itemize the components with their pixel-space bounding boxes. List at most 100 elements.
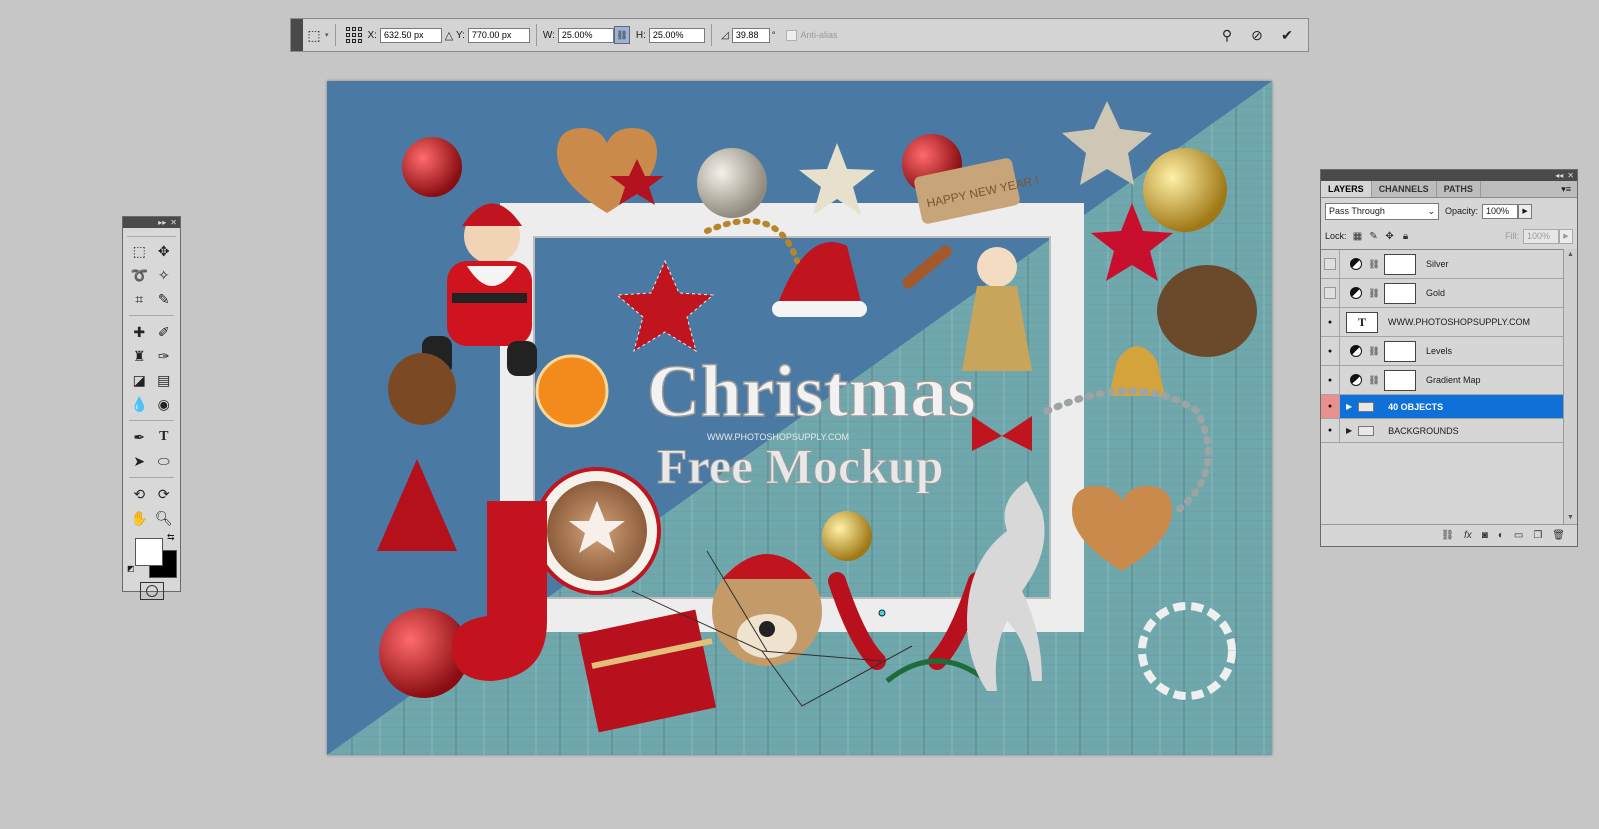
layer-row-silver[interactable]: ⛓ Silver (1321, 250, 1565, 279)
white-snowflake-ornament (1138, 602, 1236, 700)
default-colors-icon[interactable]: ◩ (127, 564, 135, 573)
foreground-color-swatch[interactable] (135, 538, 163, 566)
blend-mode-select[interactable]: Pass Through ⌄ (1325, 202, 1439, 220)
cancel-transform-icon[interactable]: ⊘ (1246, 24, 1268, 46)
layer-row-text[interactable]: T WWW.PHOTOSHOPSUPPLY.COM (1321, 308, 1565, 337)
antialias-label: Anti-alias (800, 30, 838, 40)
chain-link-icon[interactable]: ⛓ (1368, 259, 1380, 270)
rotate-angle-input[interactable] (731, 27, 770, 43)
layer-row-levels[interactable]: ⛓ Levels (1321, 337, 1565, 366)
gradient-tool-icon[interactable]: ▤ (153, 370, 175, 390)
clone-stamp-tool-icon[interactable]: ♜ (128, 346, 150, 366)
opacity-input[interactable]: 100% (1482, 203, 1519, 219)
dodge-tool-icon[interactable]: ◉ (153, 394, 175, 414)
tab-paths[interactable]: PATHS (1437, 181, 1481, 197)
move-tool-icon[interactable]: ✥ (153, 241, 175, 261)
lock-label: Lock: (1325, 231, 1347, 241)
visibility-toggle-icon[interactable] (1321, 395, 1340, 418)
opacity-slider-arrow-icon[interactable]: ▶ (1518, 203, 1533, 219)
quick-mask-button[interactable] (139, 582, 164, 600)
layer-mask-thumbnail[interactable] (1384, 369, 1416, 391)
close-icon[interactable]: ✕ (1567, 171, 1574, 180)
path-selection-tool-icon[interactable]: ➤ (128, 451, 150, 471)
fill-slider-arrow-icon[interactable]: ▶ (1559, 228, 1573, 244)
history-brush-tool-icon[interactable]: ✑ (153, 346, 175, 366)
scroll-up-icon[interactable]: ▲ (1564, 249, 1577, 261)
3d-rotate-tool-icon[interactable]: ⟲ (128, 484, 150, 504)
visibility-toggle-icon[interactable] (1321, 337, 1340, 365)
visibility-toggle-icon[interactable] (1321, 250, 1340, 278)
pen-tool-icon[interactable]: ✒ (128, 427, 150, 447)
tab-channels[interactable]: CHANNELS (1372, 181, 1437, 197)
zoom-tool-icon[interactable]: 🔍︎ (153, 508, 175, 528)
adjustment-layer-icon (1350, 287, 1362, 299)
expand-group-icon[interactable]: ▶ (1346, 426, 1352, 435)
new-layer-icon[interactable]: ❐ (1533, 530, 1542, 541)
ellipse-tool-icon[interactable]: ⬭ (153, 451, 175, 471)
blur-tool-icon[interactable]: 💧 (128, 394, 150, 414)
height-input[interactable] (648, 27, 705, 43)
trash-icon[interactable]: 🗑︎ (1552, 530, 1565, 541)
chain-link-icon[interactable]: ⛓ (1368, 288, 1380, 299)
x-position-input[interactable] (379, 27, 442, 43)
document-canvas[interactable]: HAPPY NEW YEAR ! Christmas WWW.PHOTOSHOP… (327, 81, 1272, 755)
commit-transform-icon[interactable]: ✔ (1276, 24, 1298, 46)
preset-dropdown-icon[interactable]: ▾ (325, 31, 329, 39)
layer-mask-thumbnail[interactable] (1384, 340, 1416, 362)
layer-row-40-objects[interactable]: ▶ 40 OBJECTS (1321, 395, 1565, 419)
warp-mode-icon[interactable]: ⚲ (1216, 24, 1238, 46)
scroll-down-icon[interactable]: ▼ (1564, 512, 1577, 524)
width-input[interactable] (557, 27, 614, 43)
lock-position-icon[interactable]: ✥ (1385, 231, 1395, 242)
3d-orbit-tool-icon[interactable]: ⟳ (153, 484, 175, 504)
adjustment-icon[interactable]: ◐ (1498, 530, 1504, 541)
collapse-icon[interactable]: ▸▸ (158, 218, 166, 227)
crop-tool-icon[interactable]: ⌗ (128, 289, 150, 309)
layer-row-backgrounds[interactable]: ▶ BACKGROUNDS (1321, 419, 1565, 443)
visibility-toggle-icon[interactable] (1321, 308, 1340, 336)
panel-menu-icon[interactable]: ▾≡ (1555, 181, 1577, 197)
tab-layers[interactable]: LAYERS (1321, 181, 1372, 197)
healing-brush-tool-icon[interactable]: ✚ (128, 322, 150, 342)
layer-row-gradient-map[interactable]: ⛓ Gradient Map (1321, 366, 1565, 395)
visibility-toggle-icon[interactable] (1321, 279, 1340, 307)
layer-mask-thumbnail[interactable] (1384, 253, 1416, 275)
marquee-tool-icon[interactable]: ⬚ (128, 241, 150, 261)
antialias-checkbox[interactable]: Anti-alias (785, 29, 838, 41)
lock-all-icon[interactable]: 🔒︎ (1401, 231, 1411, 242)
tools-panel-header[interactable]: ▸▸ ✕ (123, 217, 180, 228)
type-tool-icon[interactable]: T (153, 427, 175, 447)
lock-transparent-icon[interactable]: ▦ (1353, 231, 1363, 242)
chain-link-icon[interactable]: ⛓ (1368, 346, 1380, 357)
fx-icon[interactable]: fx (1464, 530, 1472, 541)
reference-point-icon[interactable] (345, 27, 362, 43)
eyedropper-tool-icon[interactable]: ✎ (153, 289, 175, 309)
relative-position-icon[interactable]: △ (442, 24, 456, 46)
layer-row-gold[interactable]: ⛓ Gold (1321, 279, 1565, 308)
eraser-tool-icon[interactable]: ◪ (128, 370, 150, 390)
layers-panel-header[interactable]: ◂◂ ✕ (1321, 170, 1577, 181)
lasso-tool-icon[interactable]: ➰ (128, 265, 150, 285)
expand-group-icon[interactable]: ▶ (1346, 402, 1352, 411)
chain-link-icon[interactable]: ⛓ (1368, 375, 1380, 386)
hand-tool-icon[interactable]: ✋ (128, 508, 150, 528)
silver-ornament (697, 148, 767, 218)
transform-tool-preset-icon[interactable]: ⬚ (303, 24, 325, 46)
visibility-toggle-icon[interactable] (1321, 366, 1340, 394)
group-icon[interactable]: ▭ (1514, 530, 1523, 541)
close-icon[interactable]: ✕ (170, 218, 177, 227)
link-icon[interactable]: ⛓ (1441, 530, 1454, 541)
options-bar-grip[interactable] (291, 19, 303, 51)
swap-colors-icon[interactable]: ⇆ (167, 532, 175, 543)
layer-mask-thumbnail[interactable] (1384, 282, 1416, 304)
visibility-toggle-icon[interactable] (1321, 419, 1340, 442)
brush-tool-icon[interactable]: ✐ (153, 322, 175, 342)
magic-wand-tool-icon[interactable]: ✧ (153, 265, 175, 285)
collapse-icon[interactable]: ◂◂ (1555, 171, 1563, 180)
maintain-aspect-ratio-link-icon[interactable]: ⛓ (613, 26, 630, 44)
mask-icon[interactable]: ◙ (1482, 530, 1488, 541)
y-position-input[interactable] (467, 27, 530, 43)
layers-scrollbar[interactable]: ▲ ▼ (1563, 249, 1577, 524)
lock-image-icon[interactable]: ✎ (1369, 231, 1379, 242)
fill-input[interactable]: 100% (1523, 228, 1559, 244)
